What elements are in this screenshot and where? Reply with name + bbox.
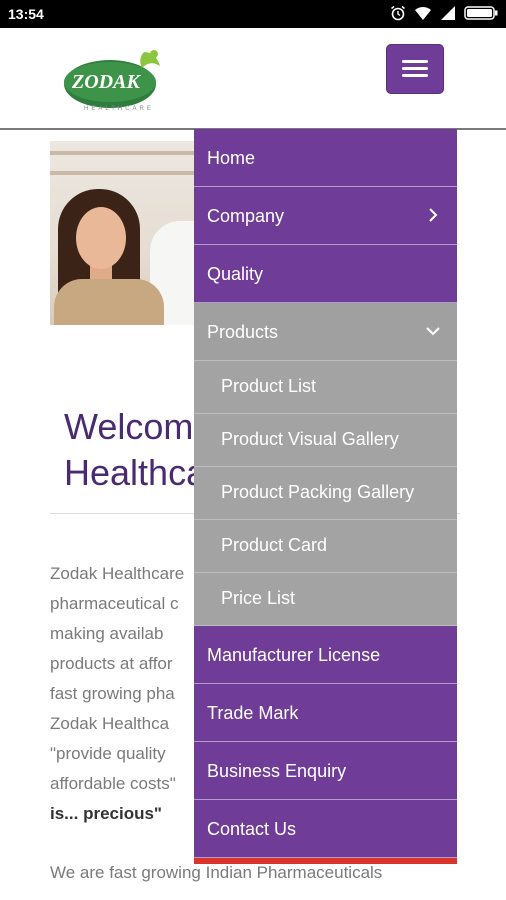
status-bar: 13:54 [0, 0, 506, 28]
svg-text:HEALTHCARE: HEALTHCARE [84, 106, 154, 112]
hamburger-icon [402, 60, 428, 63]
svg-text:ZODAK: ZODAK [71, 71, 141, 93]
menu-item-products[interactable]: Products [194, 303, 457, 361]
hero-image [50, 141, 200, 325]
menu-item-home[interactable]: Home [194, 129, 457, 187]
status-time: 13:54 [8, 6, 44, 22]
signal-icon [441, 6, 455, 20]
menu-item-business-enquiry[interactable]: Business Enquiry [194, 742, 457, 800]
menu-bottom-accent [194, 858, 457, 864]
battery-icon [464, 6, 498, 20]
chevron-right-icon [429, 208, 438, 222]
zodak-logo[interactable]: ZODAK HEALTHCARE [62, 46, 166, 116]
menu-item-company[interactable]: Company [194, 187, 457, 245]
submenu-item-product-card[interactable]: Product Card [194, 520, 457, 573]
wifi-icon [415, 6, 431, 20]
hamburger-menu-button[interactable] [386, 44, 444, 94]
menu-item-trade-mark[interactable]: Trade Mark [194, 684, 457, 742]
alarm-icon [391, 5, 405, 21]
submenu-item-product-packing-gallery[interactable]: Product Packing Gallery [194, 467, 457, 520]
submenu-item-product-list[interactable]: Product List [194, 361, 457, 414]
status-icons [390, 5, 498, 21]
menu-item-quality[interactable]: Quality [194, 245, 457, 303]
submenu-item-product-visual-gallery[interactable]: Product Visual Gallery [194, 414, 457, 467]
nav-dropdown-menu: Home Company Quality Products Product Li… [194, 129, 457, 864]
site-header: ZODAK HEALTHCARE [0, 28, 506, 130]
chevron-down-icon [426, 327, 440, 336]
menu-item-contact-us[interactable]: Contact Us [194, 800, 457, 858]
menu-item-manufacturer-license[interactable]: Manufacturer License [194, 626, 457, 684]
submenu-item-price-list[interactable]: Price List [194, 573, 457, 626]
